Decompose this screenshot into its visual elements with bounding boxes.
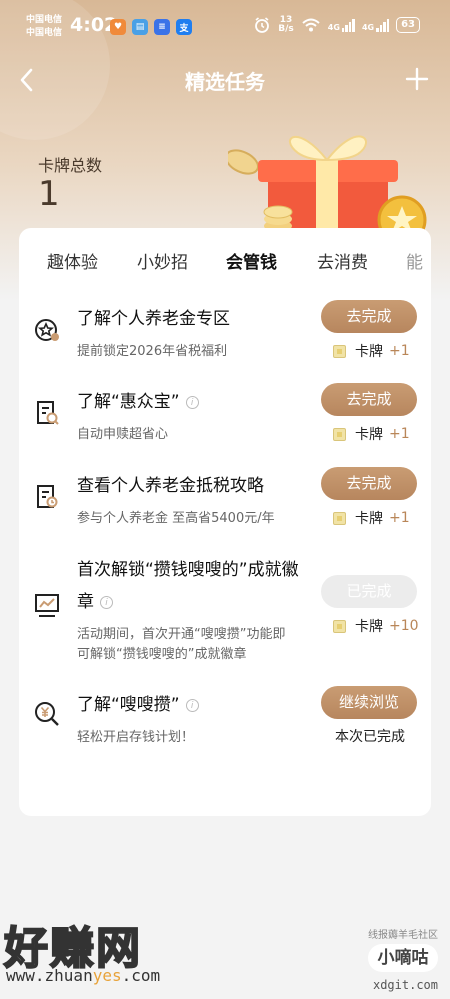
task-title: 了解“嗖嗖攒” i (77, 690, 199, 715)
tab-xiaomiaozhao[interactable]: 小妙招 (137, 248, 188, 273)
notification-icons: ♥ ▤ ≡ 支 (110, 19, 192, 35)
tab-huiguanqian[interactable]: 会管钱 (226, 248, 277, 273)
carrier-2: 中国电信 (26, 28, 63, 38)
reward-value: +1 (389, 343, 410, 359)
app-notify-icon: ≡ (154, 19, 170, 35)
go-complete-button[interactable]: 去完成 (321, 300, 417, 333)
task-title-line1: 首次解锁“攒钱嗖嗖的”成就徽 (77, 560, 299, 580)
watermark-badge: 小嘀咕 (368, 944, 438, 972)
category-tabs: 趣体验 小妙招 会管钱 去消费 能 (19, 228, 431, 288)
info-icon[interactable]: i (100, 595, 113, 609)
reward: 卡牌 +10 (333, 616, 419, 636)
reward: 卡牌 +1 (333, 508, 410, 528)
chart-board-icon (35, 594, 59, 617)
reward-name: 卡牌 (355, 427, 383, 443)
task-title-text: 章 (77, 592, 94, 612)
task-title-text: 了解“惠众宝” (77, 392, 180, 412)
watermark-url-highlight: yes (92, 966, 122, 985)
card-reward-icon (333, 427, 346, 441)
card-reward-icon (333, 619, 346, 633)
tab-qutiyan[interactable]: 趣体验 (47, 248, 98, 273)
app-notify-icon: ♥ (110, 19, 126, 35)
reward-value: +1 (389, 426, 410, 442)
net-speed-unit: B/s (278, 24, 294, 34)
reward-value: +1 (389, 510, 410, 526)
card-reward-icon (333, 511, 346, 525)
task-subtitle-line2: 可解锁“攒钱嗖嗖的”成就徽章 (77, 647, 247, 662)
task-subtitle: 参与个人养老金 至高省5400元/年 (77, 511, 275, 526)
plus-icon[interactable] (404, 66, 430, 92)
info-icon[interactable]: i (185, 698, 199, 712)
status-bar: 中国电信 中国电信 4:02 ♥ ▤ ≡ 支 13 B/s 4G 4G 63 (0, 0, 450, 52)
watermark-caption: 线报薅羊毛社区 (368, 930, 438, 941)
go-complete-button[interactable]: 去完成 (321, 383, 417, 416)
carrier-info: 中国电信 中国电信 (26, 14, 62, 40)
star-gear-icon (35, 319, 59, 341)
doc-search-icon (37, 401, 59, 425)
card-reward-icon (333, 344, 346, 358)
info-icon[interactable]: i (185, 395, 199, 409)
task-subtitle-line1: 活动期间，首次开通“嗖嗖攒”功能即 (77, 627, 286, 642)
reward-name: 卡牌 (355, 344, 383, 360)
task-subtitle: 提前锁定2026年省税福利 (77, 344, 228, 359)
go-complete-button[interactable]: 去完成 (321, 467, 417, 500)
network-type-1: 4G (327, 23, 340, 32)
alipay-icon: 支 (176, 19, 192, 35)
tab-quxiaofei[interactable]: 去消费 (317, 248, 368, 273)
watermark-url-prefix: www.zhuan (6, 966, 93, 985)
reward-name: 卡牌 (355, 619, 383, 635)
status-right: 13 B/s 4G 4G 63 (253, 16, 420, 34)
network-type-2: 4G (361, 23, 375, 32)
task-status: 本次已完成 (335, 729, 405, 745)
page-title: 精选任务 (185, 70, 265, 94)
net-speed: 13 B/s (278, 16, 294, 34)
carrier-1: 中国电信 (26, 15, 63, 25)
watermark-url-suffix: .com (121, 966, 161, 985)
task-title-text: 了解“嗖嗖攒” (77, 695, 180, 715)
yen-search-icon (35, 702, 59, 726)
continue-browse-button[interactable]: 继续浏览 (321, 686, 417, 719)
task-title-line2: 章i (77, 587, 113, 612)
task-card: 趣体验 小妙招 会管钱 去消费 能 了解个人养老金专区 提前锁定2026年省税福… (19, 228, 431, 816)
task-title: 了解“惠众宝” i (77, 387, 199, 412)
signal-bars-icon (376, 18, 390, 32)
task-title: 了解个人养老金专区 (77, 309, 230, 329)
reward-name: 卡牌 (355, 511, 383, 527)
card-count-label: 卡牌总数 (38, 156, 103, 175)
signal-1: 4G (328, 18, 355, 32)
tab-more[interactable]: 能 (406, 248, 423, 273)
alarm-icon (255, 17, 270, 33)
reward: 卡牌 +1 (333, 424, 410, 444)
signal-2: 4G (361, 18, 390, 32)
watermark-url: www.zhuanyes.com (6, 966, 160, 985)
doc-clock-icon (37, 485, 58, 508)
reward: 卡牌 +1 (333, 341, 410, 361)
reward-value: +10 (389, 618, 419, 634)
card-count-value: 1 (38, 174, 60, 214)
signal-bars-icon (341, 18, 355, 32)
app-notify-icon: ▤ (132, 19, 148, 35)
task-subtitle: 轻松开启存钱计划！ (77, 730, 195, 745)
wifi-icon (302, 18, 320, 32)
task-subtitle: 自动申赎超省心 (77, 427, 169, 442)
completed-button: 已完成 (321, 575, 417, 608)
battery-indicator: 63 (396, 17, 420, 33)
watermark-site: xdgit.com (372, 978, 438, 992)
task-title: 查看个人养老金抵税攻略 (77, 476, 264, 496)
